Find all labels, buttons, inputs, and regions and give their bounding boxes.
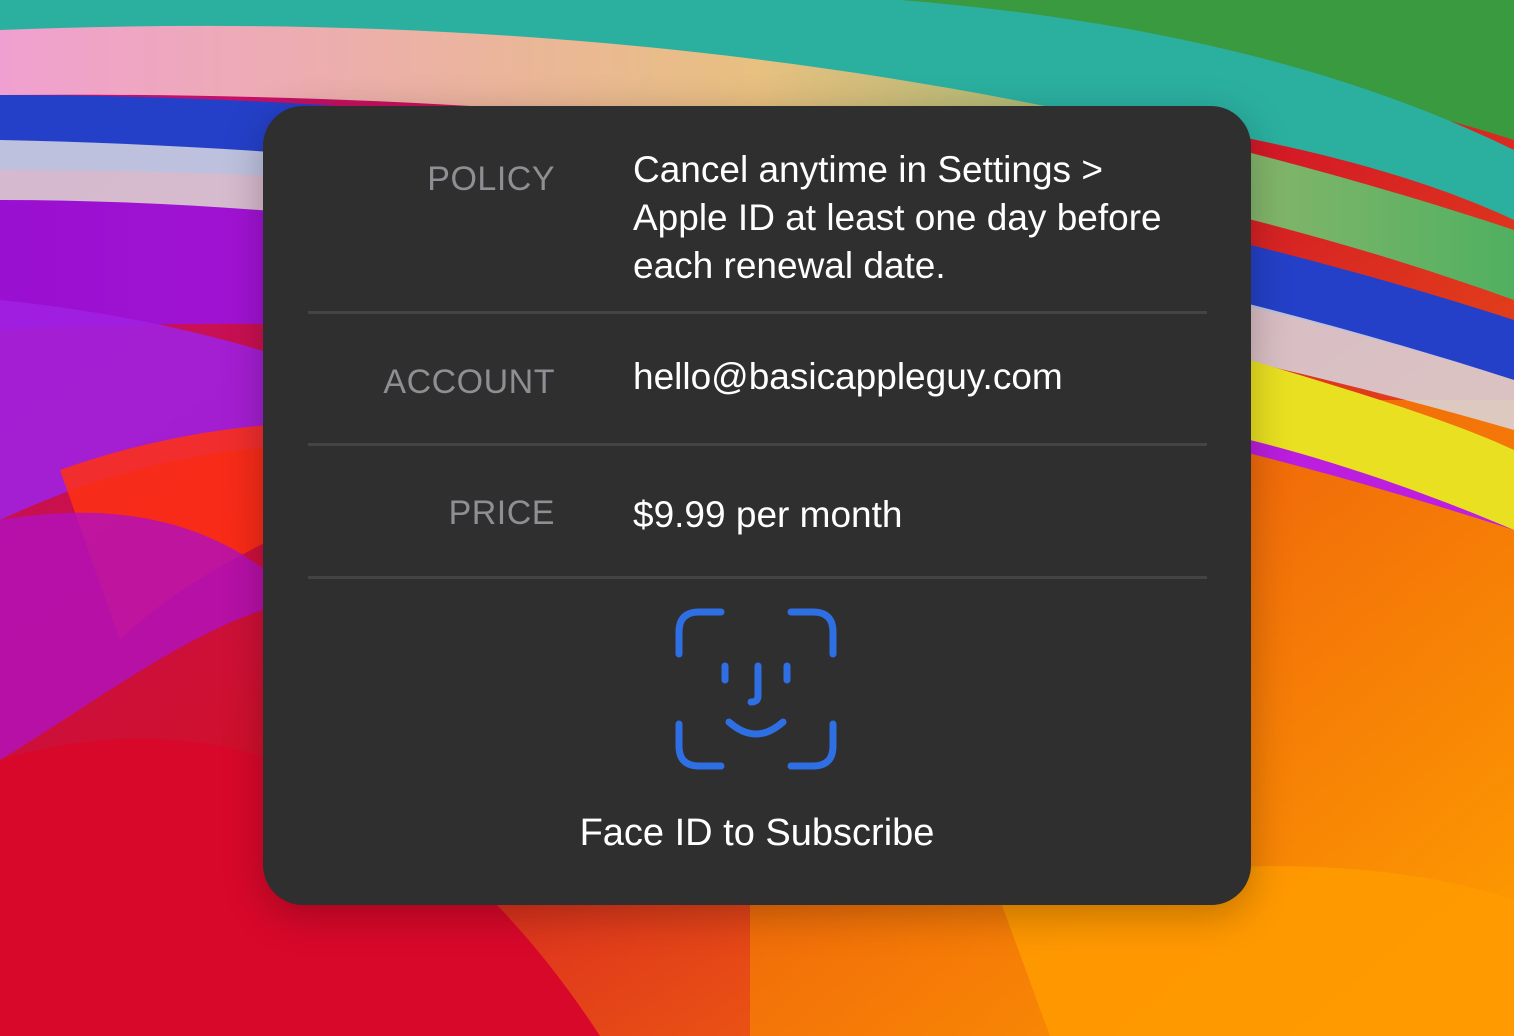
price-value: $9.99 per month	[633, 494, 903, 535]
account-value: hello@basicappleguy.com	[633, 356, 1063, 397]
face-id-icon[interactable]	[673, 606, 839, 772]
price-label: PRICE	[448, 494, 555, 532]
policy-row: POLICY Cancel anytime in Settings > Appl…	[308, 146, 1207, 306]
account-row: ACCOUNT hello@basicappleguy.com	[308, 351, 1207, 411]
policy-label: POLICY	[427, 160, 555, 198]
subscription-sheet: POLICY Cancel anytime in Settings > Appl…	[263, 106, 1251, 905]
price-row: PRICE $9.99 per month	[308, 486, 1207, 546]
divider	[308, 311, 1207, 314]
divider	[308, 576, 1207, 579]
account-label: ACCOUNT	[383, 363, 555, 401]
policy-value: Cancel anytime in Settings > Apple ID at…	[633, 149, 1162, 286]
face-id-subscribe-label[interactable]: Face ID to Subscribe	[263, 812, 1251, 855]
divider	[308, 443, 1207, 446]
